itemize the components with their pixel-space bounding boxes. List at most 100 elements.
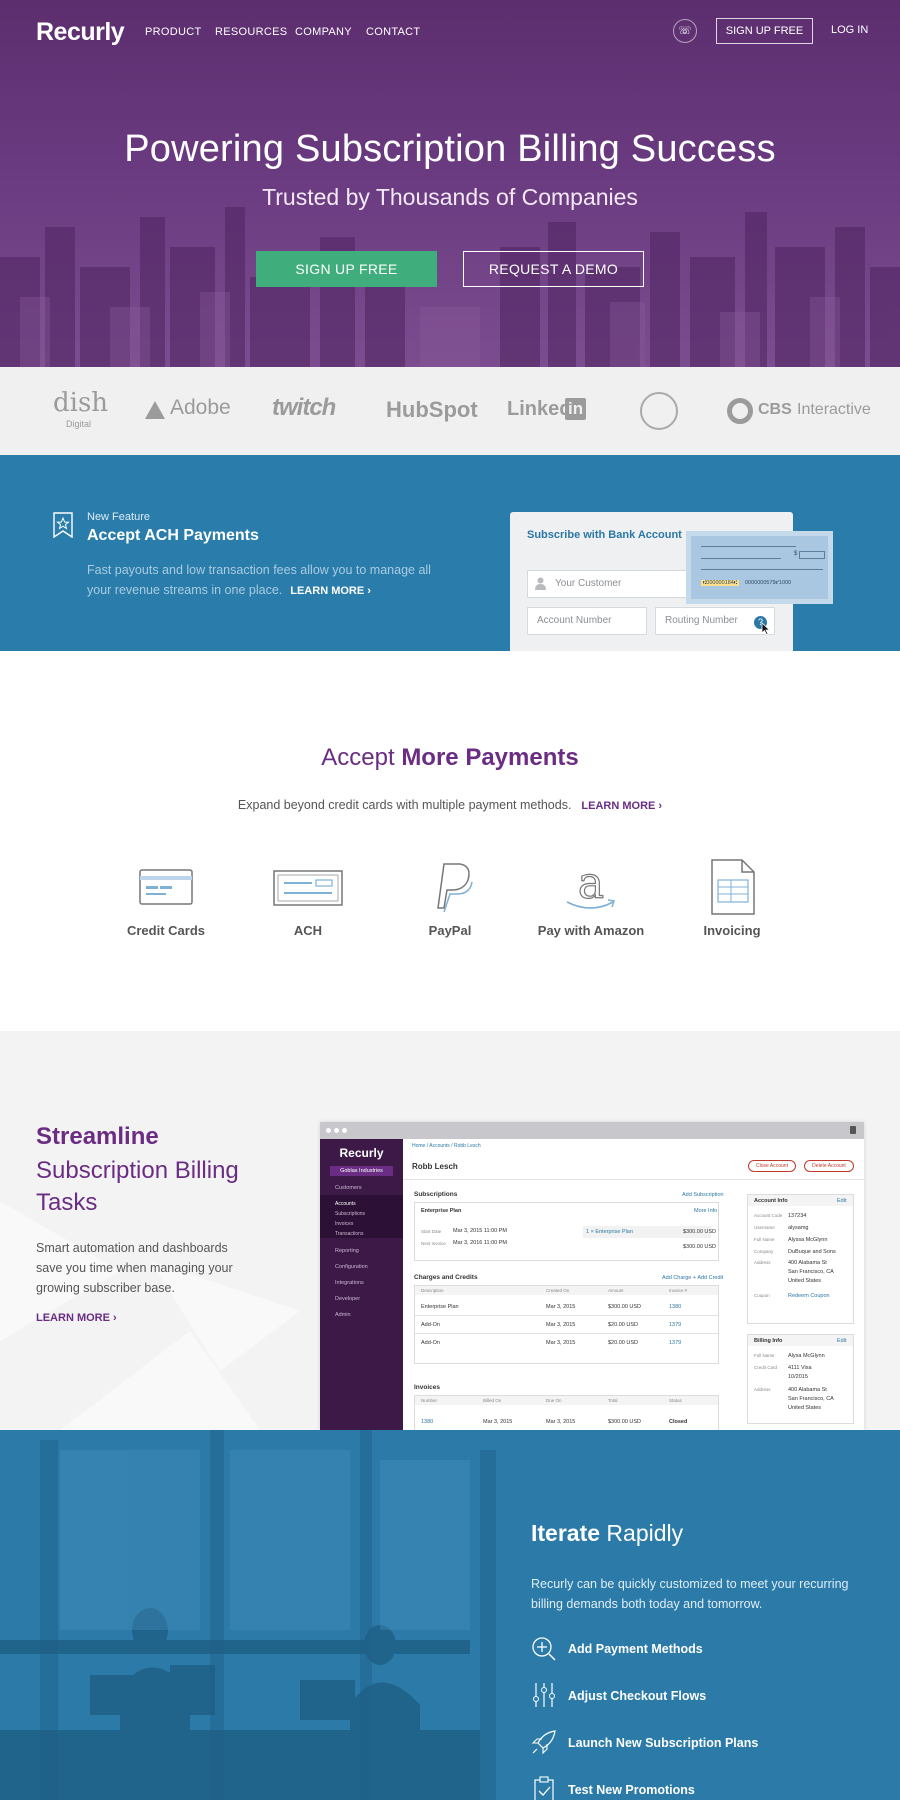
recurly-logo[interactable]: Recurly: [36, 18, 125, 47]
charges-heading: Charges and Credits: [414, 1274, 478, 1281]
invoice-billed-on: Mar 3, 2015: [483, 1419, 513, 1425]
edit-account-link[interactable]: Edit: [837, 1198, 846, 1204]
invoice-number-link[interactable]: 1380: [421, 1419, 433, 1425]
billing-address-label: Address: [754, 1387, 771, 1392]
charge-amount: $20.00 USD: [608, 1322, 638, 1328]
new-feature-label: New Feature: [87, 511, 150, 523]
credit-card-number: 4111 Visa: [788, 1365, 812, 1371]
next-invoice-date: Mar 3, 2016 11:00 PM: [453, 1240, 508, 1246]
streamline-subtitle: Subscription Billing Tasks: [36, 1157, 239, 1216]
pay-with-amazon-label: Pay with Amazon: [537, 923, 645, 938]
billing-address-line-1: 400 Alabama St: [788, 1387, 827, 1393]
billing-address-line-3: United States: [788, 1405, 822, 1411]
bank-form-title: Subscribe with Bank Account: [527, 529, 682, 541]
app-sidebar: Recurly Goblas Industries Customers Acco…: [320, 1139, 403, 1430]
launch-plans-label: Launch New Subscription Plans: [568, 1736, 759, 1750]
sidebar-item-accounts[interactable]: Accounts: [335, 1201, 356, 1207]
charge-invoice-link[interactable]: 1379: [669, 1322, 681, 1328]
invoices-heading: Invoices: [414, 1384, 441, 1391]
col-amount: Amount: [608, 1288, 624, 1293]
hero-signup-button[interactable]: SIGN UP FREE: [256, 251, 437, 287]
invoice-total: $300.00 USD: [608, 1419, 642, 1425]
customer-field: Your Customer: [527, 570, 687, 598]
hero-subtitle: Trusted by Thousands of Companies: [262, 184, 638, 210]
charge-description: Enterprise Plan: [421, 1304, 459, 1310]
billing-name-label: Full Name: [754, 1353, 775, 1358]
check-routing-number: ⑆000000184⑆: [701, 580, 740, 586]
add-payment-icon: [532, 1637, 556, 1661]
invoice-status: Closed: [669, 1419, 688, 1425]
billing-address-line-2: San Francisco, CA: [788, 1396, 834, 1402]
nav-signup-button[interactable]: SIGN UP FREE: [716, 18, 813, 44]
ach-learn-more-link[interactable]: LEARN MORE ›: [290, 585, 371, 597]
svg-text:a: a: [578, 858, 604, 909]
app-logo: Recurly: [339, 1146, 384, 1160]
charge-date: Mar 3, 2015: [546, 1304, 576, 1310]
delete-account-button[interactable]: Delete Account: [804, 1160, 854, 1172]
nav-contact[interactable]: CONTACT: [366, 26, 420, 38]
breadcrumb[interactable]: Home / Accounts / Robb Lesch: [412, 1143, 481, 1149]
sidebar-item-customers[interactable]: Customers: [335, 1185, 362, 1191]
subscriptions-heading: Subscriptions: [414, 1191, 458, 1198]
address-line-1: 400 Alabama St: [788, 1260, 827, 1266]
edit-billing-link[interactable]: Edit: [837, 1338, 846, 1344]
adobe-logo: Adobe: [170, 396, 231, 419]
ach-title: Accept ACH Payments: [87, 527, 259, 544]
charge-date: Mar 3, 2015: [546, 1340, 576, 1346]
add-subscription-link[interactable]: Add Subscription: [682, 1192, 724, 1198]
plan-line-item[interactable]: 1 × Enterprise Plan: [586, 1229, 633, 1235]
sidebar-item-admin[interactable]: Admin: [335, 1312, 351, 1318]
nav-login-link[interactable]: LOG IN: [831, 24, 868, 36]
credit-card-expiry: 10/2015: [788, 1374, 808, 1380]
billing-name: Alysa McGlynn: [788, 1353, 825, 1359]
payments-learn-more-link[interactable]: LEARN MORE ›: [581, 800, 662, 812]
ach-description: Fast payouts and low transaction fees al…: [87, 563, 431, 597]
linkedin-logo: Linked: [507, 398, 572, 420]
plan-amount: $300.00 USD: [683, 1229, 717, 1235]
user-icon: [535, 577, 546, 590]
sidebar-item-integrations[interactable]: Integrations: [335, 1280, 364, 1286]
check-dollar: $: [794, 551, 798, 557]
plan-total: $300.00 USD: [683, 1244, 717, 1250]
nav-company[interactable]: COMPANY: [295, 26, 352, 38]
clipboard-check-icon: [534, 1776, 554, 1802]
charge-invoice-link[interactable]: 1379: [669, 1340, 681, 1346]
add-payment-methods-label: Add Payment Methods: [568, 1642, 703, 1656]
full-name-label: Full Name: [754, 1237, 775, 1242]
cbs-eye-icon: [727, 398, 753, 424]
company-selector[interactable]: Goblas Industries: [330, 1166, 393, 1176]
adobe-icon: [145, 401, 165, 419]
lock-icon: [850, 1126, 856, 1134]
nav-product[interactable]: PRODUCT: [145, 26, 202, 38]
ach-label: ACH: [293, 923, 323, 938]
col-status: Status: [669, 1398, 682, 1403]
charge-amount: $20.00 USD: [608, 1340, 638, 1346]
sidebar-item-invoices[interactable]: Invoices: [335, 1221, 353, 1227]
redeem-coupon-link[interactable]: Redeem Coupon: [788, 1293, 830, 1299]
sidebar-item-transactions[interactable]: Transactions: [335, 1231, 363, 1237]
charge-invoice-link[interactable]: 1380: [669, 1304, 681, 1310]
phone-icon[interactable]: ☏: [673, 19, 697, 43]
account-code-label: Account Code: [754, 1213, 783, 1218]
company-label: Company: [754, 1249, 774, 1254]
close-account-button[interactable]: Close Account: [748, 1160, 796, 1172]
dish-digital-label: Digital: [66, 419, 92, 429]
sidebar-item-configuration[interactable]: Configuration: [335, 1264, 368, 1270]
paypal-icon: [437, 863, 473, 913]
col-billed-on: Billed On: [483, 1398, 502, 1403]
sidebar-item-reporting[interactable]: Reporting: [335, 1248, 359, 1254]
address-line-3: United States: [788, 1278, 822, 1284]
adjust-checkout-flows-label: Adjust Checkout Flows: [568, 1689, 707, 1703]
billing-info-heading: Billing Info: [754, 1338, 783, 1344]
nav-resources[interactable]: RESOURCES: [215, 26, 287, 38]
username: alysamg: [788, 1225, 809, 1231]
sidebar-item-developer[interactable]: Developer: [335, 1296, 360, 1302]
sidebar-item-subscriptions[interactable]: Subscriptions: [335, 1211, 365, 1217]
streamline-learn-more-link[interactable]: LEARN MORE ›: [36, 1312, 117, 1324]
add-charge-link[interactable]: Add Charge + Add Credit: [662, 1275, 723, 1281]
request-demo-button[interactable]: REQUEST A DEMO: [463, 251, 644, 287]
start-date-label: Start Date: [421, 1229, 442, 1234]
charge-description: Add-On: [421, 1340, 440, 1346]
streamline-description: Smart automation and dashboards save you…: [36, 1241, 233, 1295]
more-info-link[interactable]: More Info: [694, 1208, 717, 1214]
